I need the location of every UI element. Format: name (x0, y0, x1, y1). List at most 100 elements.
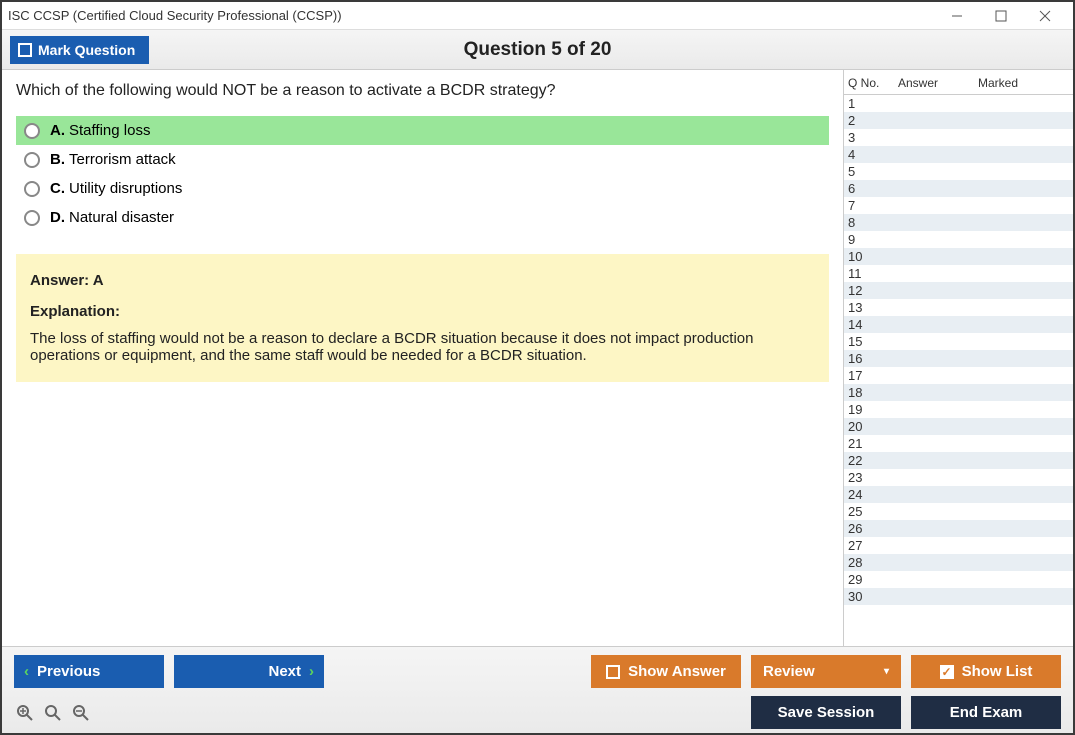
header-answer: Answer (898, 76, 978, 90)
question-row[interactable]: 10 (844, 248, 1073, 265)
save-session-label: Save Session (778, 704, 875, 721)
question-row[interactable]: 29 (844, 571, 1073, 588)
radio-icon (24, 210, 40, 226)
question-row[interactable]: 2 (844, 112, 1073, 129)
review-label: Review (763, 663, 815, 680)
question-row[interactable]: 15 (844, 333, 1073, 350)
chevron-right-icon: › (309, 663, 314, 680)
save-session-button[interactable]: Save Session (751, 696, 901, 729)
question-row[interactable]: 27 (844, 537, 1073, 554)
question-row[interactable]: 8 (844, 214, 1073, 231)
option-C[interactable]: C.Utility disruptions (16, 174, 829, 203)
zoom-in-button[interactable] (42, 702, 64, 724)
option-A[interactable]: A.Staffing loss (16, 116, 829, 145)
question-row[interactable]: 28 (844, 554, 1073, 571)
window-title: ISC CCSP (Certified Cloud Security Profe… (8, 8, 342, 23)
question-text: Which of the following would NOT be a re… (16, 82, 829, 100)
minimize-icon (951, 10, 963, 22)
question-row[interactable]: 7 (844, 197, 1073, 214)
question-row[interactable]: 4 (844, 146, 1073, 163)
radio-icon (24, 152, 40, 168)
question-row[interactable]: 17 (844, 367, 1073, 384)
app-window: ISC CCSP (Certified Cloud Security Profe… (0, 0, 1075, 735)
option-D[interactable]: D.Natural disaster (16, 203, 829, 232)
question-number: 4 (848, 147, 898, 162)
question-number: 11 (848, 266, 898, 281)
explanation-text: The loss of staffing would not be a reas… (30, 330, 815, 364)
zoom-in-icon (44, 704, 62, 722)
end-exam-button[interactable]: End Exam (911, 696, 1061, 729)
question-number: 23 (848, 470, 898, 485)
question-number: 29 (848, 572, 898, 587)
question-row[interactable]: 24 (844, 486, 1073, 503)
mark-question-button[interactable]: Mark Question (10, 36, 149, 64)
option-letter: B. (50, 151, 65, 168)
question-row[interactable]: 22 (844, 452, 1073, 469)
review-button[interactable]: Review ▾ (751, 655, 901, 688)
show-answer-button[interactable]: Show Answer (591, 655, 741, 688)
zoom-reset-icon (16, 704, 34, 722)
zoom-reset-button[interactable] (14, 702, 36, 724)
question-row[interactable]: 6 (844, 180, 1073, 197)
maximize-icon (995, 10, 1007, 22)
question-number: 18 (848, 385, 898, 400)
minimize-button[interactable] (935, 3, 979, 29)
maximize-button[interactable] (979, 3, 1023, 29)
question-row[interactable]: 11 (844, 265, 1073, 282)
question-number: 10 (848, 249, 898, 264)
question-row[interactable]: 14 (844, 316, 1073, 333)
checkbox-icon (606, 665, 620, 679)
zoom-controls (14, 702, 92, 724)
question-row[interactable]: 13 (844, 299, 1073, 316)
question-number: 15 (848, 334, 898, 349)
zoom-out-button[interactable] (70, 702, 92, 724)
question-row[interactable]: 5 (844, 163, 1073, 180)
previous-label: Previous (37, 663, 100, 680)
option-text: Natural disaster (69, 209, 174, 226)
question-counter: Question 5 of 20 (464, 39, 612, 61)
question-row[interactable]: 3 (844, 129, 1073, 146)
option-B[interactable]: B.Terrorism attack (16, 145, 829, 174)
question-number: 7 (848, 198, 898, 213)
question-number: 25 (848, 504, 898, 519)
option-text: Terrorism attack (69, 151, 176, 168)
question-number: 5 (848, 164, 898, 179)
question-row[interactable]: 20 (844, 418, 1073, 435)
answer-explanation-box: Answer: A Explanation: The loss of staff… (16, 254, 829, 382)
question-list[interactable]: 1234567891011121314151617181920212223242… (844, 95, 1073, 646)
question-row[interactable]: 19 (844, 401, 1073, 418)
option-text: Utility disruptions (69, 180, 182, 197)
question-row[interactable]: 30 (844, 588, 1073, 605)
question-number: 24 (848, 487, 898, 502)
question-list-header: Q No. Answer Marked (844, 70, 1073, 95)
question-row[interactable]: 26 (844, 520, 1073, 537)
question-row[interactable]: 23 (844, 469, 1073, 486)
next-button[interactable]: Next › (174, 655, 324, 688)
question-row[interactable]: 12 (844, 282, 1073, 299)
option-letter: C. (50, 180, 65, 197)
question-number: 9 (848, 232, 898, 247)
question-row[interactable]: 25 (844, 503, 1073, 520)
question-number: 30 (848, 589, 898, 604)
question-number: 27 (848, 538, 898, 553)
question-row[interactable]: 18 (844, 384, 1073, 401)
zoom-out-icon (72, 704, 90, 722)
question-row[interactable]: 21 (844, 435, 1073, 452)
question-number: 6 (848, 181, 898, 196)
previous-button[interactable]: ‹ Previous (14, 655, 164, 688)
end-exam-label: End Exam (950, 704, 1023, 721)
question-number: 28 (848, 555, 898, 570)
next-label: Next (268, 663, 301, 680)
question-number: 8 (848, 215, 898, 230)
radio-icon (24, 123, 40, 139)
question-row[interactable]: 9 (844, 231, 1073, 248)
question-list-panel: Q No. Answer Marked 12345678910111213141… (843, 70, 1073, 646)
question-number: 26 (848, 521, 898, 536)
show-answer-label: Show Answer (628, 663, 726, 680)
question-row[interactable]: 16 (844, 350, 1073, 367)
check-icon: ✓ (940, 665, 954, 679)
show-list-button[interactable]: ✓ Show List (911, 655, 1061, 688)
question-number: 1 (848, 96, 898, 111)
question-row[interactable]: 1 (844, 95, 1073, 112)
close-button[interactable] (1023, 3, 1067, 29)
